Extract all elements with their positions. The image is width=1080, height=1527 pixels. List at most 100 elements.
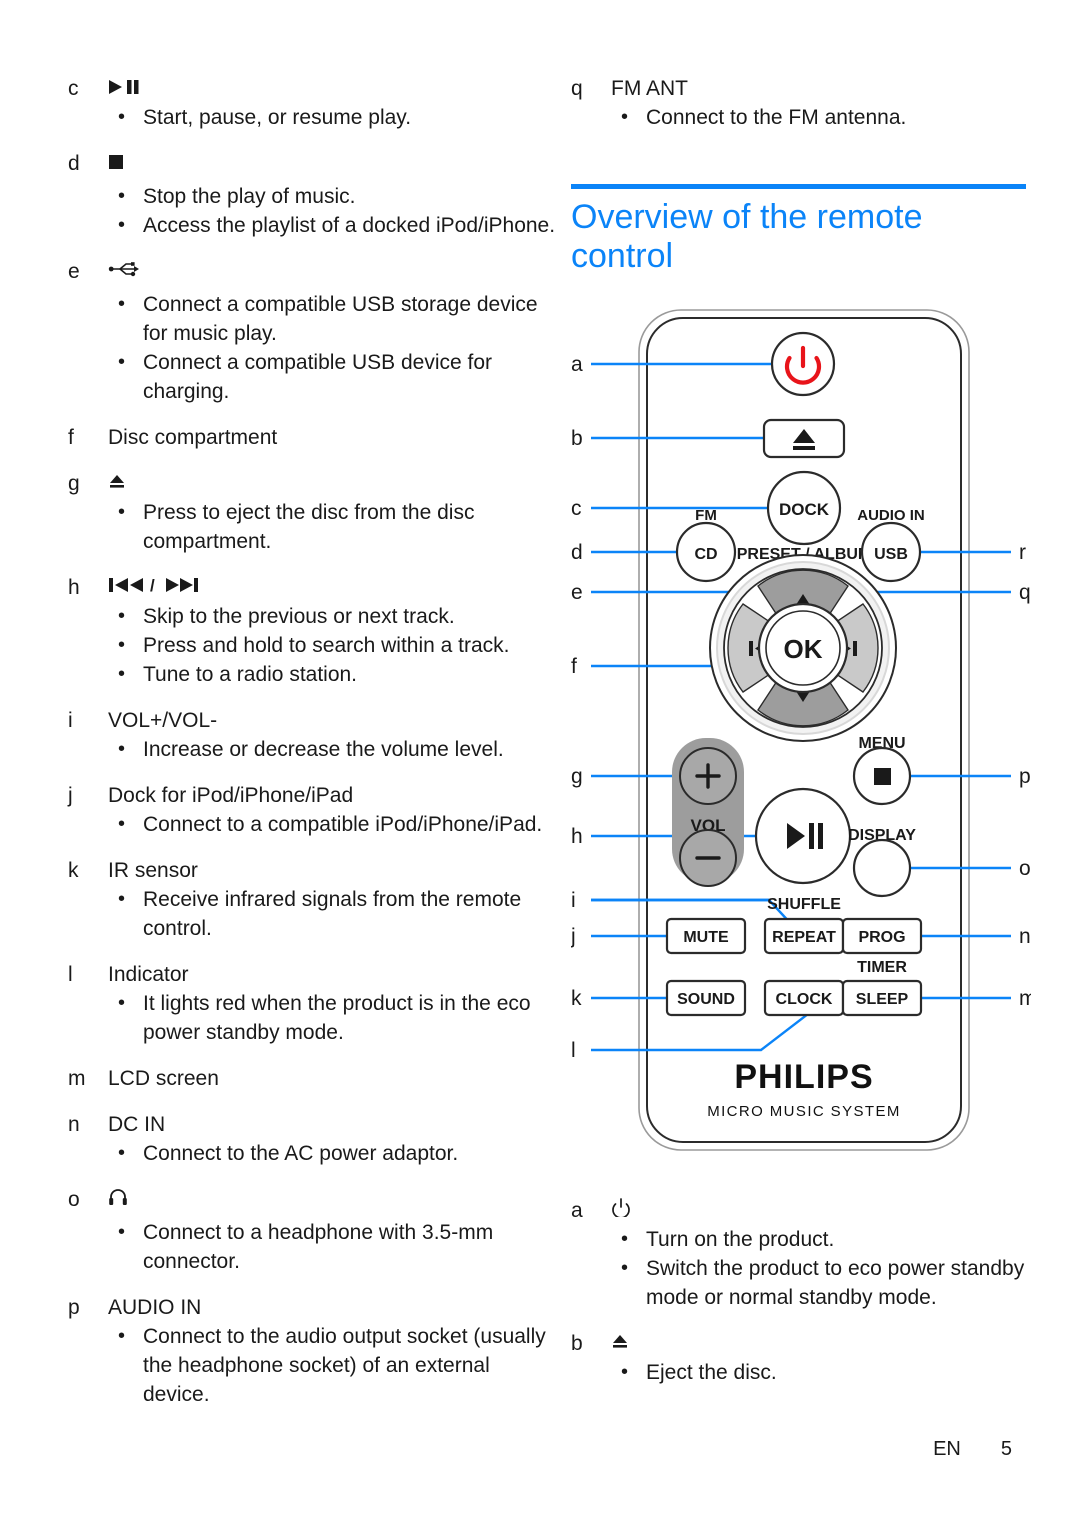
bullet-text: Connect to a compatible iPod/iPhone/iPad…	[143, 813, 543, 836]
list-item: • Connect a compatible USB device for cha…	[108, 348, 562, 406]
list-item: • Tune to a radio station.	[108, 660, 562, 689]
entry-letter: e	[68, 260, 80, 283]
navigation-pad: OK	[709, 554, 897, 742]
entry-c: c • Start, pause, or resume play.	[68, 74, 562, 132]
bullet-text: Start, pause, or resume play.	[143, 106, 412, 129]
list-item: • Connect a compatible USB storage device…	[108, 290, 562, 348]
entry-e: e • Connect a compatible USB storage dev…	[68, 257, 562, 406]
callout-letters-left: a b c d e f g h i j k l	[571, 353, 583, 1062]
bullet-text: Press to eject the disc from the disc co…	[143, 501, 475, 553]
callout-m: m	[1019, 987, 1031, 1010]
micro-music-system-tagline: MICRO MUSIC SYSTEM	[707, 1103, 901, 1120]
bullet-list: • Start, pause, or resume play.	[108, 103, 562, 132]
callout-r: r	[1019, 541, 1026, 564]
callout-f: f	[571, 655, 577, 678]
bullet-text: Connect a compatible USB storage device …	[143, 293, 538, 345]
entry-title: DC IN	[108, 1113, 166, 1136]
cd-label: CD	[694, 546, 717, 563]
stop-icon	[874, 768, 891, 785]
sleep-button[interactable]: SLEEP	[841, 979, 923, 1017]
bullet-text: Skip to the previous or next track.	[143, 605, 455, 628]
callout-e: e	[571, 581, 583, 604]
footer-page-number: 5	[1000, 1438, 1012, 1460]
bullet-dot: •	[118, 1325, 126, 1347]
entry-letter: l	[68, 963, 73, 986]
callout-k: k	[571, 987, 582, 1010]
dock-button[interactable]: DOCK	[766, 470, 842, 546]
bullet-text: Turn on the product.	[646, 1228, 835, 1251]
bullet-list: • It lights red when the product is in th…	[108, 989, 562, 1047]
bullet-dot: •	[118, 1142, 126, 1164]
bullet-text: Eject the disc.	[646, 1361, 777, 1384]
callout-letters-right: r q p o n m	[1019, 541, 1031, 1010]
entry-k: k IR sensor • Receive infrared signals fr…	[68, 856, 562, 943]
dock-label: DOCK	[779, 500, 830, 519]
remote-diagram: .bl { stroke:#0b84f8; stroke-width:2.4; …	[571, 309, 1031, 1151]
bullet-dot: •	[118, 663, 126, 685]
bullet-dot: •	[118, 185, 126, 207]
bullet-text: Access the playlist of a docked iPod/iPh…	[143, 214, 556, 237]
entry-title	[108, 74, 562, 103]
entry-title: LCD screen	[108, 1067, 219, 1090]
bullet-dot: •	[118, 813, 126, 835]
entry-q: q FM ANT • Connect to the FM antenna.	[571, 74, 1031, 132]
entry-letter: a	[571, 1199, 583, 1222]
bullet-dot: •	[621, 1257, 629, 1279]
eject-button[interactable]	[762, 418, 846, 459]
sound-button[interactable]: SOUND	[665, 979, 747, 1017]
bullet-list: • Receive infrared signals from the remot…	[108, 885, 562, 943]
entry-title: Dock for iPod/iPhone/iPad	[108, 784, 354, 807]
callout-n: n	[1019, 925, 1031, 948]
list-item: • Press and hold to search within a track…	[108, 631, 562, 660]
power-button[interactable]	[770, 331, 836, 397]
bullet-dot: •	[118, 351, 126, 373]
entry-f: f Disc compartment	[68, 423, 562, 452]
entry-letter: g	[68, 472, 80, 495]
entry-letter: d	[68, 152, 80, 175]
list-item: • Start, pause, or resume play.	[108, 103, 562, 132]
headphone-icon	[109, 1189, 127, 1205]
mute-button[interactable]: MUTE	[665, 917, 747, 955]
callout-j: j	[571, 925, 576, 948]
sleep-label: SLEEP	[856, 991, 909, 1008]
entry-m: m LCD screen	[68, 1064, 562, 1093]
entry-o: o • Connect to a headphone with 3.5-mm co…	[68, 1185, 562, 1276]
list-item: • Eject the disc.	[611, 1358, 1031, 1387]
clock-button[interactable]: CLOCK	[763, 979, 845, 1017]
display-button[interactable]	[852, 838, 912, 898]
callout-a: a	[571, 353, 583, 376]
bullet-list: • Connect to the AC power adaptor.	[108, 1139, 562, 1168]
bullet-text: It lights red when the product is in the…	[143, 992, 531, 1044]
stop-menu-button[interactable]	[852, 746, 912, 806]
cd-button[interactable]: CD	[675, 521, 737, 583]
bullet-dot: •	[118, 1221, 126, 1243]
bullet-dot: •	[118, 992, 126, 1014]
eject-icon	[613, 1335, 627, 1348]
bullet-list: • Connect a compatible USB storage device…	[108, 290, 562, 406]
callout-c: c	[571, 497, 582, 520]
entry-letter: b	[571, 1332, 583, 1355]
entry-letter: p	[68, 1296, 80, 1319]
repeat-label: REPEAT	[772, 929, 836, 946]
prog-label: PROG	[858, 929, 905, 946]
clock-label: CLOCK	[776, 991, 833, 1008]
callout-b: b	[571, 427, 583, 450]
repeat-button[interactable]: REPEAT	[763, 917, 845, 955]
callout-p: p	[1019, 765, 1031, 788]
bullet-text: Connect to the audio output socket (usua…	[143, 1325, 546, 1406]
prog-button[interactable]: PROG	[841, 917, 923, 955]
entry-letter: c	[68, 77, 79, 100]
entry-g: g • Press to eject the disc from the disc…	[68, 469, 562, 556]
usb-button[interactable]: USB	[860, 521, 922, 583]
bullet-list: • Connect to a compatible iPod/iPhone/iPa…	[108, 810, 562, 839]
play-pause-icon	[109, 80, 139, 94]
entry-n: n DC IN • Connect to the AC power adaptor…	[68, 1110, 562, 1168]
list-item: • Switch the product to eco power standby…	[611, 1254, 1031, 1312]
entry-title	[108, 149, 562, 178]
bullet-list: • Connect to a headphone with 3.5-mm conn…	[108, 1218, 562, 1276]
manual-page: c • Start, pause, or resume play. d • St…	[0, 0, 1080, 1527]
play-pause-button[interactable]	[754, 787, 852, 885]
entry-h: h / • Skip to the previous or next track.	[68, 573, 562, 689]
callout-d: d	[571, 541, 583, 564]
entry-letter: k	[68, 859, 79, 882]
